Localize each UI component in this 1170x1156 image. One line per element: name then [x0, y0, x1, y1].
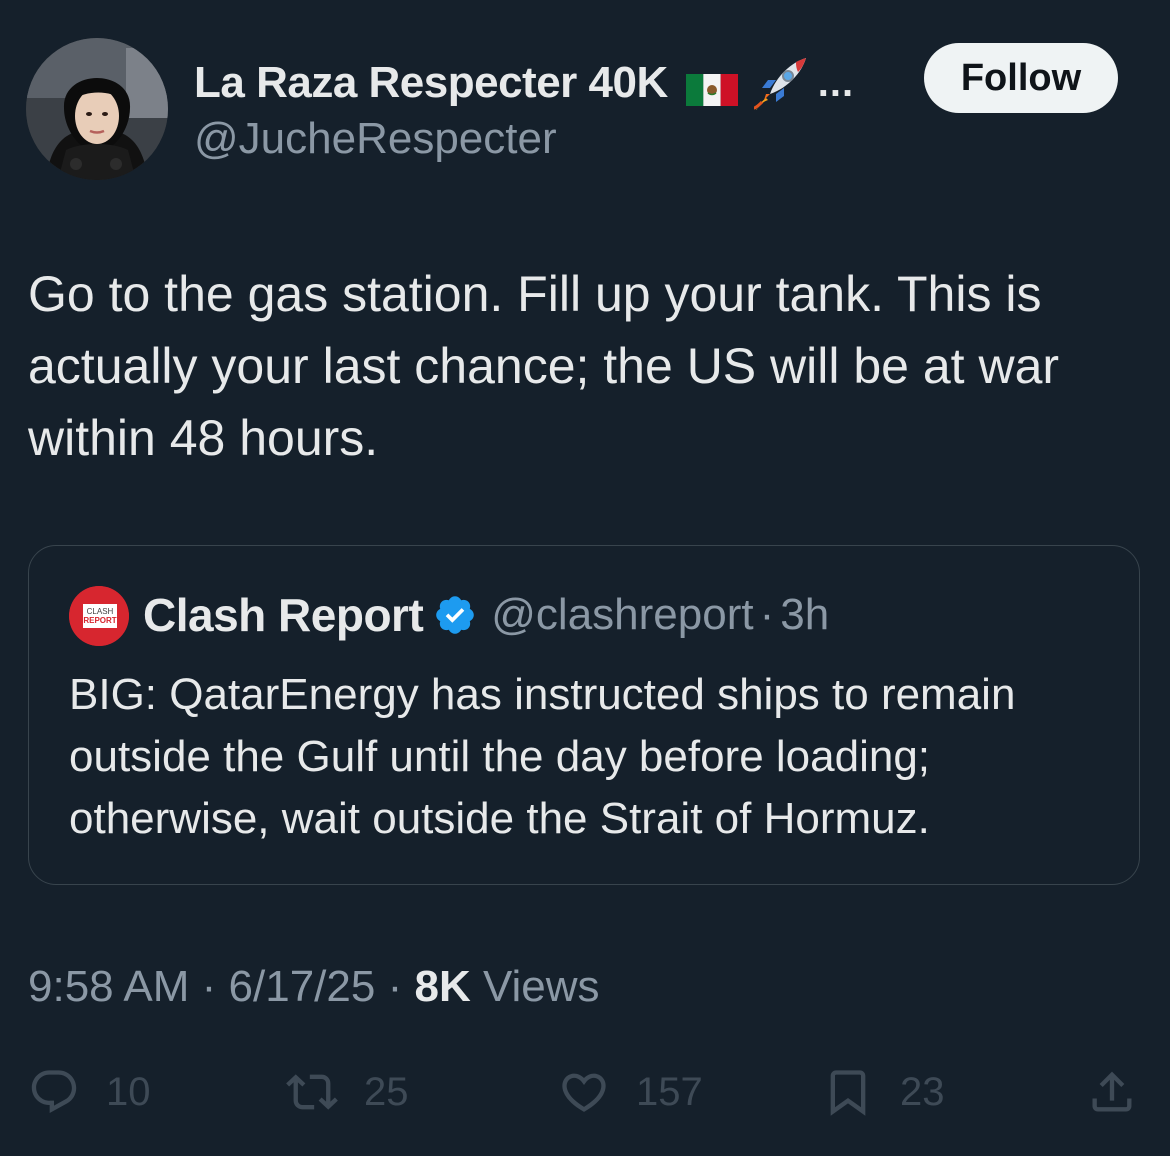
share-icon — [1092, 1071, 1132, 1112]
tweet-time[interactable]: 9:58 AM — [28, 962, 189, 1011]
tweet-meta: 9:58 AM · 6/17/25 · 8K Views — [28, 962, 600, 1012]
quoted-timestamp[interactable]: 3h — [780, 590, 829, 640]
repost-button[interactable]: 25 — [286, 1062, 409, 1122]
views-count: 8K — [414, 962, 471, 1011]
bookmark-button[interactable]: 23 — [822, 1062, 945, 1122]
action-bar: 10 25 157 23 — [0, 1062, 1170, 1122]
repost-icon — [286, 1074, 338, 1110]
author-display-name[interactable]: La Raza Respecter 40K — [194, 58, 668, 108]
reply-button[interactable]: 10 — [28, 1062, 151, 1122]
bookmark-count: 23 — [900, 1069, 945, 1114]
bookmark-icon — [830, 1070, 866, 1116]
avatar-image — [26, 38, 168, 180]
tweet-page: La Raza Respecter 40K ... @JucheRespecte… — [0, 0, 1170, 1156]
heart-icon — [562, 1073, 606, 1112]
like-count: 157 — [636, 1069, 703, 1114]
verified-badge-icon — [436, 596, 475, 634]
quoted-author-avatar[interactable]: CLASH REPORT — [69, 586, 129, 646]
repost-count: 25 — [364, 1069, 409, 1114]
author-avatar[interactable] — [26, 38, 168, 180]
views-label: Views — [470, 962, 600, 1011]
meta-separator: · — [189, 962, 229, 1011]
share-button[interactable] — [1086, 1062, 1138, 1122]
rocket-icon — [752, 54, 810, 112]
reply-icon — [31, 1070, 77, 1114]
like-button[interactable]: 157 — [558, 1062, 703, 1122]
author-handle[interactable]: @JucheRespecter — [194, 114, 557, 164]
quoted-text: BIG: QatarEnergy has instructed ships to… — [69, 670, 1016, 843]
quoted-tweet[interactable]: CLASH REPORT Clash Report @clashreport ·… — [28, 545, 1140, 885]
follow-button[interactable]: Follow — [924, 43, 1118, 113]
quoted-separator: · — [759, 590, 775, 639]
quoted-header: Clash Report @clashreport · 3h — [143, 588, 829, 642]
quoted-author-handle[interactable]: @clashreport — [491, 590, 753, 640]
svg-text:REPORT: REPORT — [83, 616, 116, 625]
tweet-text: Go to the gas station. Fill up your tank… — [28, 266, 1060, 466]
meta-separator: · — [375, 962, 415, 1011]
clash-report-logo-icon: CLASH REPORT — [69, 586, 129, 646]
tweet-date[interactable]: 6/17/25 — [229, 962, 376, 1011]
author-display-name-row[interactable]: La Raza Respecter 40K ... — [194, 54, 854, 112]
quoted-author-name[interactable]: Clash Report — [143, 588, 424, 642]
mexico-flag-icon — [685, 67, 738, 106]
svg-text:CLASH: CLASH — [87, 607, 114, 616]
reply-count: 10 — [106, 1069, 151, 1114]
name-truncation: ... — [817, 60, 855, 105]
